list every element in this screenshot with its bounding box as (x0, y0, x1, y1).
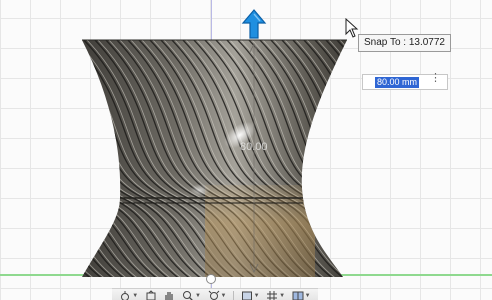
viewports-button[interactable]: ▼ (292, 290, 311, 300)
chevron-down-icon: ▼ (279, 292, 286, 299)
toolbar-divider (233, 290, 235, 300)
display-settings-button[interactable]: ▼ (241, 290, 260, 300)
chevron-down-icon: ▼ (253, 292, 260, 299)
orbit-button[interactable]: ▼ (119, 290, 138, 300)
look-at-icon (146, 289, 156, 300)
model-dimension-label: 80.00 (240, 141, 268, 153)
display-settings-icon (241, 291, 252, 300)
distance-input-value[interactable]: 80.00 mm (375, 77, 420, 88)
chevron-down-icon: ▼ (194, 292, 201, 299)
pan-hand-icon (165, 291, 173, 300)
chevron-down-icon: ▼ (220, 292, 227, 299)
pan-button[interactable] (163, 290, 175, 300)
chevron-down-icon: ▼ (132, 292, 139, 299)
look-at-button[interactable] (145, 289, 157, 300)
input-options-menu[interactable]: ⋮ (430, 73, 441, 90)
viewports-icon (292, 291, 304, 300)
grid-settings-button[interactable]: ▼ (266, 290, 285, 300)
chevron-down-icon: ▼ (304, 292, 311, 299)
mouse-cursor-icon (345, 18, 359, 38)
orbit-icon (121, 290, 130, 300)
snap-tooltip: Snap To : 13.0772 (358, 34, 451, 52)
fit-icon (208, 290, 219, 300)
canvas-viewport[interactable]: 80.00 Snap To : 13.0772 80.00 mm ⋮ ▼ ▼ ▼ (0, 0, 492, 300)
zoom-icon (182, 290, 194, 300)
zoom-button[interactable]: ▼ (182, 290, 201, 300)
navigation-toolbar: ▼ ▼ ▼ ▼ ▼ ▼ (112, 288, 318, 300)
grid-settings-icon (267, 290, 278, 300)
fit-button[interactable]: ▼ (208, 290, 227, 300)
move-arrow-handle[interactable] (241, 8, 267, 40)
